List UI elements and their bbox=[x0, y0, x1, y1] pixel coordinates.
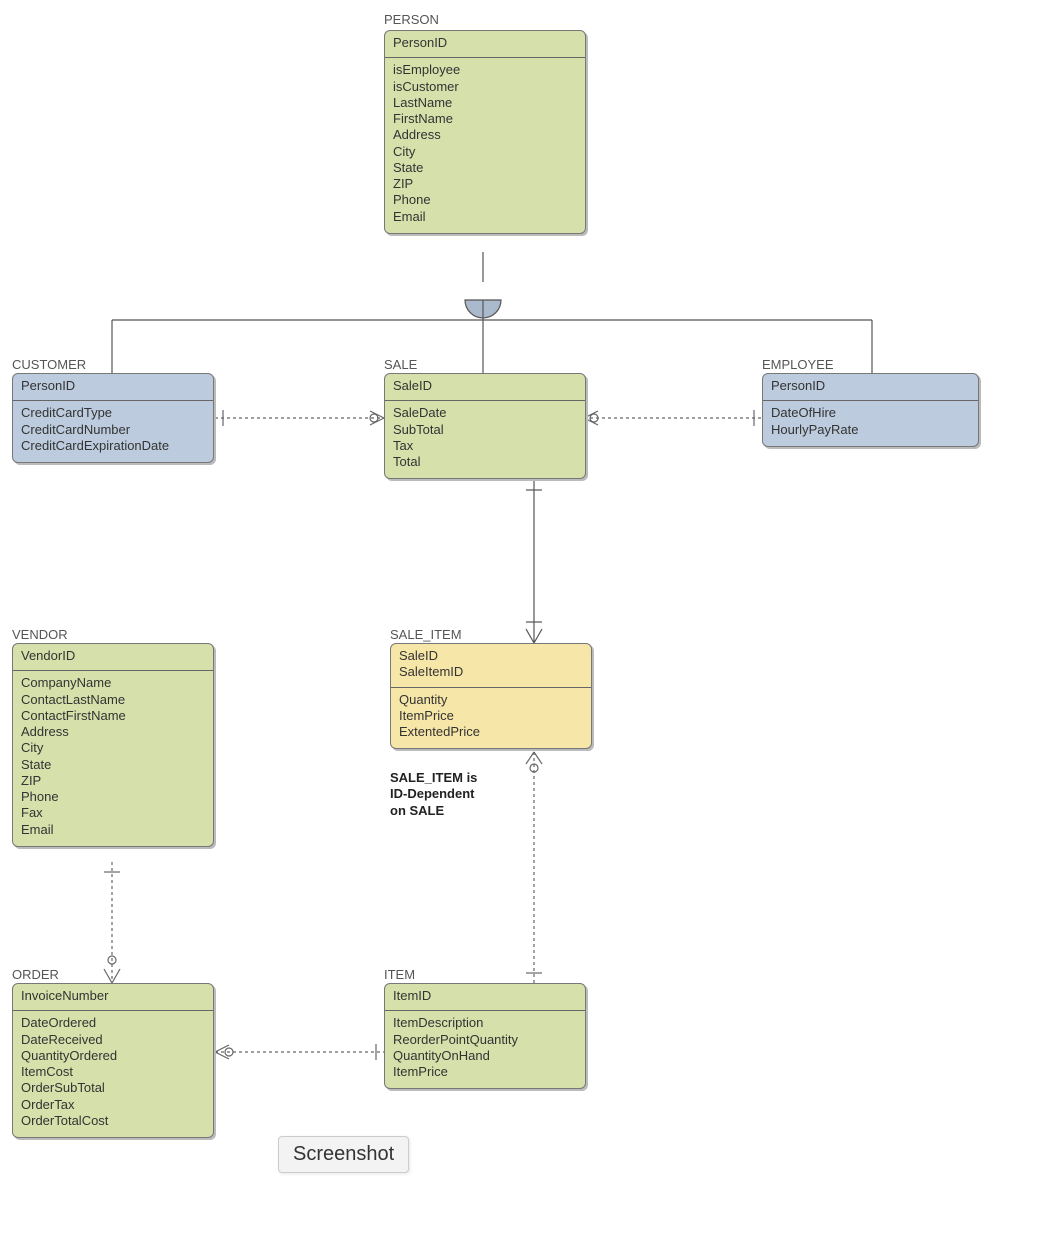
note-line: ID-Dependent bbox=[390, 786, 477, 802]
attr-line: Phone bbox=[21, 789, 205, 805]
attr-line: CreditCardType bbox=[21, 405, 205, 421]
attr-line: Fax bbox=[21, 805, 205, 821]
attr-line: Total bbox=[393, 454, 577, 470]
entity-label-item: ITEM bbox=[384, 967, 415, 982]
entity-person-attrs: isEmployee isCustomer LastName FirstName… bbox=[385, 58, 585, 233]
attr-line: isCustomer bbox=[393, 79, 577, 95]
key-line: SaleID bbox=[399, 648, 583, 664]
attr-line: DateOrdered bbox=[21, 1015, 205, 1031]
attr-line: ItemPrice bbox=[393, 1064, 577, 1080]
sale-item-note: SALE_ITEM is ID-Dependent on SALE bbox=[390, 770, 477, 819]
attr-line: HourlyPayRate bbox=[771, 422, 970, 438]
entity-sale: SaleID SaleDate SubTotal Tax Total bbox=[384, 373, 586, 479]
attr-line: City bbox=[21, 740, 205, 756]
entity-label-employee: EMPLOYEE bbox=[762, 357, 834, 372]
attr-line: ItemDescription bbox=[393, 1015, 577, 1031]
attr-line: DateReceived bbox=[21, 1032, 205, 1048]
entity-item-attrs: ItemDescription ReorderPointQuantity Qua… bbox=[385, 1011, 585, 1088]
attr-line: ContactFirstName bbox=[21, 708, 205, 724]
key-line: InvoiceNumber bbox=[21, 988, 205, 1004]
entity-vendor-keys: VendorID bbox=[13, 644, 213, 671]
attr-line: Email bbox=[393, 209, 577, 225]
key-line: PersonID bbox=[21, 378, 205, 394]
attr-line: CreditCardNumber bbox=[21, 422, 205, 438]
attr-line: isEmployee bbox=[393, 62, 577, 78]
attr-line: Quantity bbox=[399, 692, 583, 708]
attr-line: CreditCardExpirationDate bbox=[21, 438, 205, 454]
attr-line: Address bbox=[393, 127, 577, 143]
entity-vendor-attrs: CompanyName ContactLastName ContactFirst… bbox=[13, 671, 213, 846]
tooltip-screenshot: Screenshot bbox=[278, 1136, 409, 1173]
key-line: ItemID bbox=[393, 988, 577, 1004]
key-line: PersonID bbox=[393, 35, 577, 51]
attr-line: Email bbox=[21, 822, 205, 838]
entity-customer-keys: PersonID bbox=[13, 374, 213, 401]
attr-line: City bbox=[393, 144, 577, 160]
attr-line: DateOfHire bbox=[771, 405, 970, 421]
attr-line: CompanyName bbox=[21, 675, 205, 691]
entity-order-attrs: DateOrdered DateReceived QuantityOrdered… bbox=[13, 1011, 213, 1137]
key-line: VendorID bbox=[21, 648, 205, 664]
entity-sale-keys: SaleID bbox=[385, 374, 585, 401]
entity-vendor: VendorID CompanyName ContactLastName Con… bbox=[12, 643, 214, 847]
attr-line: LastName bbox=[393, 95, 577, 111]
attr-line: QuantityOrdered bbox=[21, 1048, 205, 1064]
key-line: SaleID bbox=[393, 378, 577, 394]
attr-line: ItemPrice bbox=[399, 708, 583, 724]
entity-label-person: PERSON bbox=[384, 12, 439, 27]
supertype-symbol bbox=[465, 300, 501, 318]
entity-sale-item-attrs: Quantity ItemPrice ExtentedPrice bbox=[391, 688, 591, 749]
entity-person: PersonID isEmployee isCustomer LastName … bbox=[384, 30, 586, 234]
entity-employee-attrs: DateOfHire HourlyPayRate bbox=[763, 401, 978, 446]
key-line: SaleItemID bbox=[399, 664, 583, 680]
entity-order-keys: InvoiceNumber bbox=[13, 984, 213, 1011]
note-line: SALE_ITEM is bbox=[390, 770, 477, 786]
attr-line: OrderTotalCost bbox=[21, 1113, 205, 1129]
entity-label-sale: SALE bbox=[384, 357, 417, 372]
attr-line: ItemCost bbox=[21, 1064, 205, 1080]
attr-line: Phone bbox=[393, 192, 577, 208]
key-line: PersonID bbox=[771, 378, 970, 394]
attr-line: SaleDate bbox=[393, 405, 577, 421]
attr-line: OrderTax bbox=[21, 1097, 205, 1113]
attr-line: ZIP bbox=[21, 773, 205, 789]
attr-line: State bbox=[21, 757, 205, 773]
entity-sale-attrs: SaleDate SubTotal Tax Total bbox=[385, 401, 585, 478]
entity-item: ItemID ItemDescription ReorderPointQuant… bbox=[384, 983, 586, 1089]
entity-label-customer: CUSTOMER bbox=[12, 357, 86, 372]
entity-employee: PersonID DateOfHire HourlyPayRate bbox=[762, 373, 979, 447]
entity-item-keys: ItemID bbox=[385, 984, 585, 1011]
attr-line: ContactLastName bbox=[21, 692, 205, 708]
attr-line: OrderSubTotal bbox=[21, 1080, 205, 1096]
attr-line: FirstName bbox=[393, 111, 577, 127]
entity-label-sale-item: SALE_ITEM bbox=[390, 627, 462, 642]
entity-person-keys: PersonID bbox=[385, 31, 585, 58]
attr-line: Address bbox=[21, 724, 205, 740]
entity-sale-item-keys: SaleID SaleItemID bbox=[391, 644, 591, 688]
entity-customer-attrs: CreditCardType CreditCardNumber CreditCa… bbox=[13, 401, 213, 462]
attr-line: ExtentedPrice bbox=[399, 724, 583, 740]
attr-line: ZIP bbox=[393, 176, 577, 192]
attr-line: ReorderPointQuantity bbox=[393, 1032, 577, 1048]
attr-line: QuantityOnHand bbox=[393, 1048, 577, 1064]
er-diagram-canvas: PERSON PersonID isEmployee isCustomer La… bbox=[0, 0, 1064, 1236]
attr-line: SubTotal bbox=[393, 422, 577, 438]
entity-label-vendor: VENDOR bbox=[12, 627, 68, 642]
attr-line: State bbox=[393, 160, 577, 176]
entity-label-order: ORDER bbox=[12, 967, 59, 982]
entity-sale-item: SaleID SaleItemID Quantity ItemPrice Ext… bbox=[390, 643, 592, 749]
entity-employee-keys: PersonID bbox=[763, 374, 978, 401]
note-line: on SALE bbox=[390, 803, 477, 819]
attr-line: Tax bbox=[393, 438, 577, 454]
entity-order: InvoiceNumber DateOrdered DateReceived Q… bbox=[12, 983, 214, 1138]
entity-customer: PersonID CreditCardType CreditCardNumber… bbox=[12, 373, 214, 463]
